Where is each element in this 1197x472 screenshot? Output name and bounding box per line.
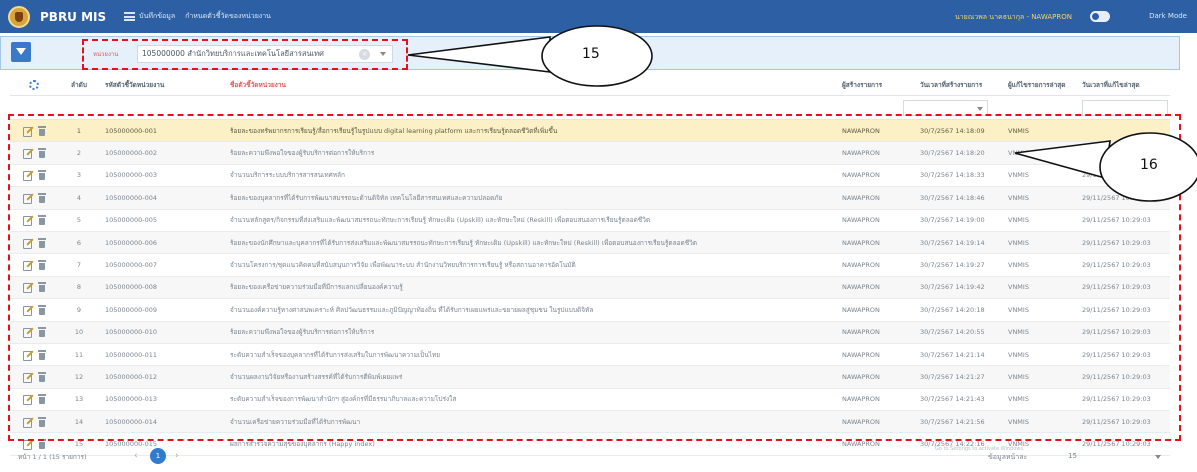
callout-label-15: 15 [582, 46, 600, 62]
callout-pointer-16 [1014, 140, 1111, 180]
annotation-callouts [407, 25, 1197, 202]
callout-label-16: 16 [1140, 157, 1158, 173]
callout-pointer-15 [407, 36, 551, 73]
